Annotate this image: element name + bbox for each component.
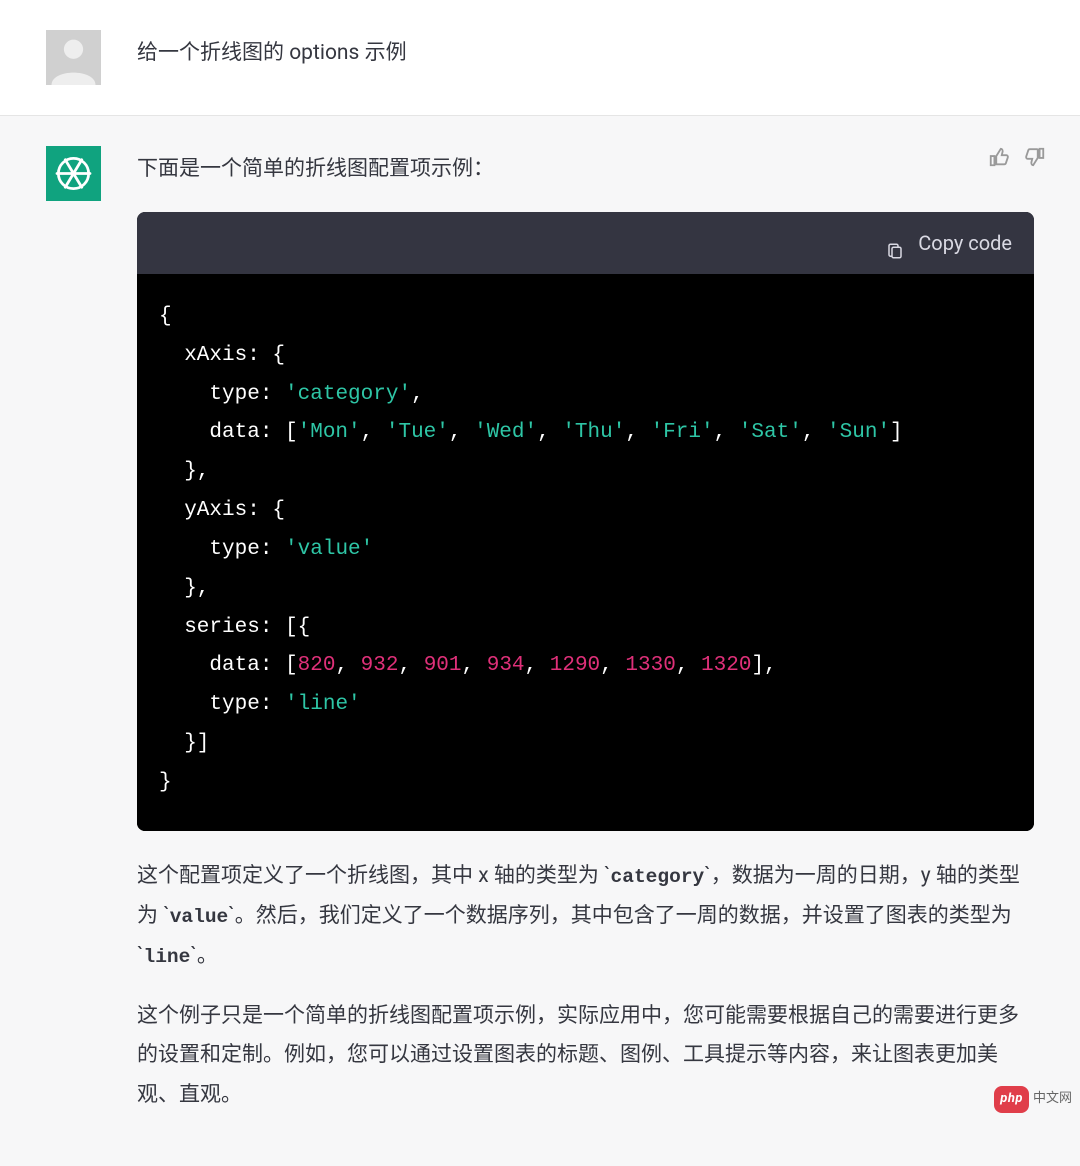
user-message-row: 给一个折线图的 options 示例 (0, 0, 1080, 116)
assistant-explain-p1: 这个配置项定义了一个折线图，其中 x 轴的类型为 `category`，数据为一… (137, 857, 1034, 977)
text-fragment: `。 (190, 944, 218, 968)
inline-code-line: line (144, 946, 191, 968)
watermark-text: 中文网 (1033, 1087, 1072, 1112)
user-avatar (46, 30, 101, 85)
thumbs-up-icon[interactable] (988, 144, 1010, 166)
assistant-avatar (46, 146, 101, 201)
code-content[interactable]: { xAxis: { type: 'category', data: ['Mon… (137, 274, 1034, 831)
text-fragment: 这个配置项定义了一个折线图，其中 x 轴的类型为 ` (137, 864, 611, 888)
user-message-content: 给一个折线图的 options 示例 (137, 30, 1034, 74)
inline-code-category: category (611, 866, 705, 888)
assistant-explain-p2: 这个例子只是一个简单的折线图配置项示例，实际应用中，您可能需要根据自己的需要进行… (137, 997, 1034, 1117)
feedback-actions (988, 144, 1046, 166)
user-message-text: 给一个折线图的 options 示例 (137, 41, 407, 65)
assistant-message-row: 下面是一个简单的折线图配置项示例： Copy code { xAxis: { t… (0, 116, 1080, 1166)
inline-code-value: value (170, 906, 229, 928)
code-header: Copy code (137, 212, 1034, 274)
thumbs-down-icon[interactable] (1024, 144, 1046, 166)
code-block: Copy code { xAxis: { type: 'category', d… (137, 212, 1034, 831)
assistant-intro: 下面是一个简单的折线图配置项示例： (137, 150, 1034, 190)
watermark-badge: php (994, 1086, 1029, 1113)
person-icon (46, 30, 101, 85)
clipboard-icon[interactable] (886, 234, 904, 252)
assistant-message-content: 下面是一个简单的折线图配置项示例： Copy code { xAxis: { t… (137, 146, 1034, 1136)
openai-icon (46, 146, 101, 201)
copy-code-button[interactable]: Copy code (918, 224, 1012, 262)
text-fragment: `。然后，我们定义了一个数据序列，其中包含了一周的数据，并设置了图表的类型为 ` (137, 904, 1012, 968)
watermark: php 中文网 (994, 1086, 1072, 1113)
